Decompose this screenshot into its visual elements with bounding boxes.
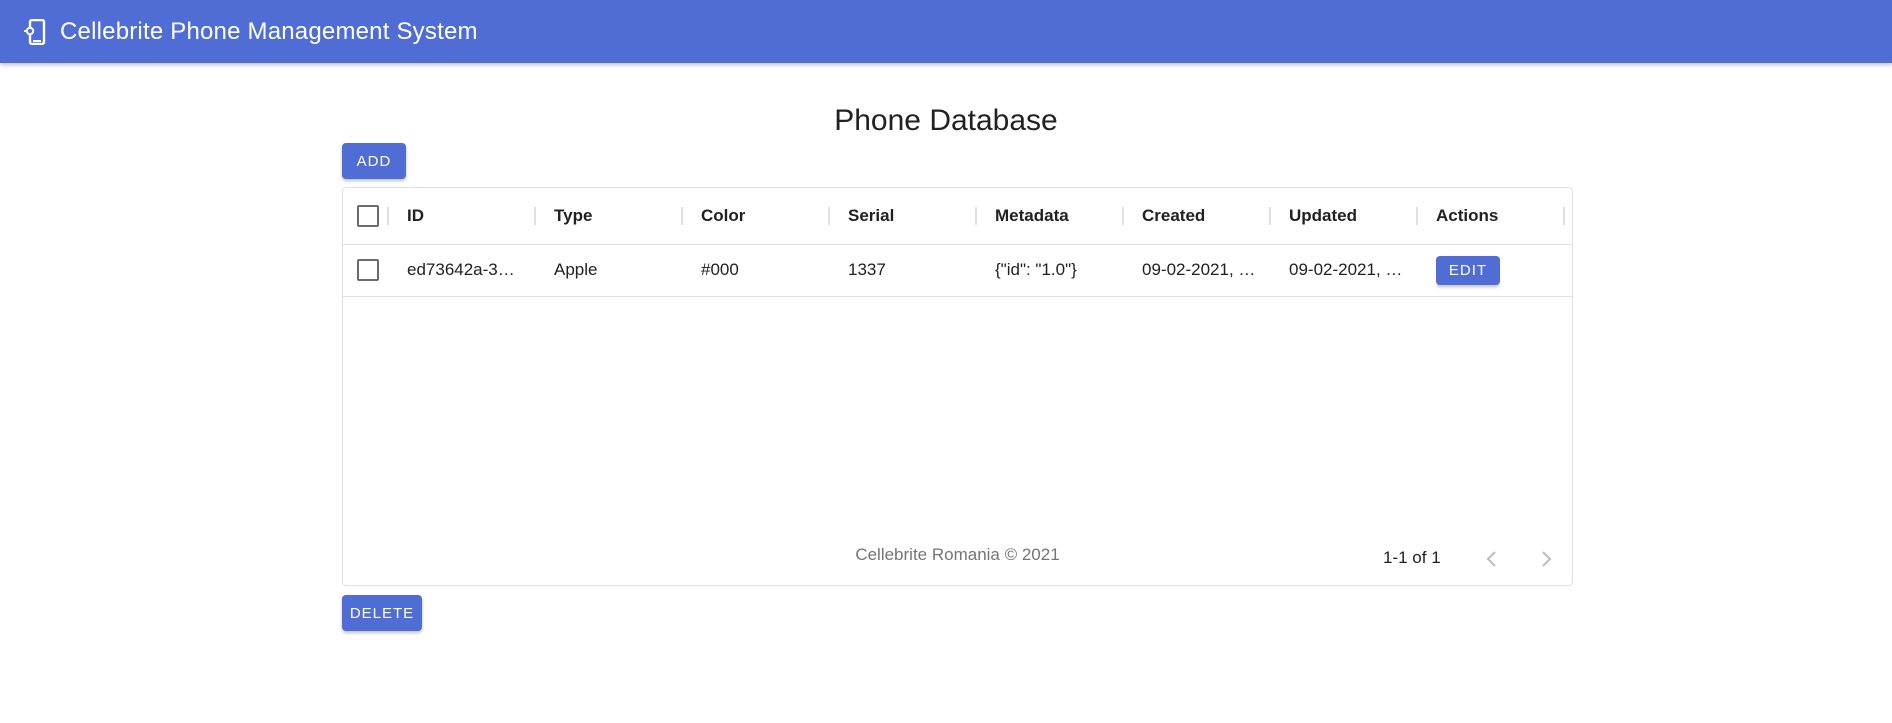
cell-metadata: {"id": "1.0"} [995,260,1077,279]
column-header-type[interactable]: Type [554,188,592,244]
row-select-checkbox[interactable] [357,259,379,281]
edit-button[interactable]: EDIT [1436,255,1500,285]
phone-data-grid: ID Type Color Serial Metadata Created Up… [342,187,1573,586]
previous-page-button[interactable] [1477,544,1507,574]
app-bar: Cellebrite Phone Management System [0,0,1892,63]
column-header-serial[interactable]: Serial [848,188,894,244]
cell-created: 09-02-2021, … [1142,260,1256,279]
page-title: Phone Database [834,104,1058,137]
cell-id: ed73642a-3… [407,260,515,279]
column-header-updated[interactable]: Updated [1289,188,1357,244]
column-separator[interactable] [534,207,536,225]
cell-actions: EDIT [1436,244,1500,296]
phone-settings-icon [24,18,48,46]
column-header-color[interactable]: Color [701,188,745,244]
cell-color: #000 [701,260,739,279]
cell-updated: 09-02-2021, … [1289,260,1403,279]
app-title: Cellebrite Phone Management System [60,17,478,45]
next-page-button[interactable] [1531,544,1561,574]
column-separator[interactable] [387,207,389,225]
column-header-actions: Actions [1436,206,1499,225]
column-separator[interactable] [681,207,683,225]
chevron-right-icon [1542,551,1552,567]
column-header-id[interactable]: ID [407,188,424,244]
column-separator[interactable] [1563,207,1565,225]
cell-type: Apple [554,260,598,279]
table-header: ID Type Color Serial Metadata Created Up… [343,188,1572,245]
chevron-left-icon [1486,551,1496,567]
column-separator[interactable] [975,207,977,225]
pagination-label: 1-1 of 1 [1383,548,1441,567]
select-all-checkbox[interactable] [357,205,379,227]
table-row[interactable]: ed73642a-3… Apple #000 1337 {"id": "1.0"… [343,244,1572,297]
cell-serial: 1337 [848,260,886,279]
column-separator[interactable] [1269,207,1271,225]
column-separator[interactable] [1416,207,1418,225]
column-header-created[interactable]: Created [1142,188,1205,244]
delete-button[interactable]: DELETE [342,595,422,631]
column-separator[interactable] [828,207,830,225]
column-header-metadata[interactable]: Metadata [995,188,1069,244]
add-button[interactable]: ADD [342,143,406,179]
column-separator[interactable] [1122,207,1124,225]
